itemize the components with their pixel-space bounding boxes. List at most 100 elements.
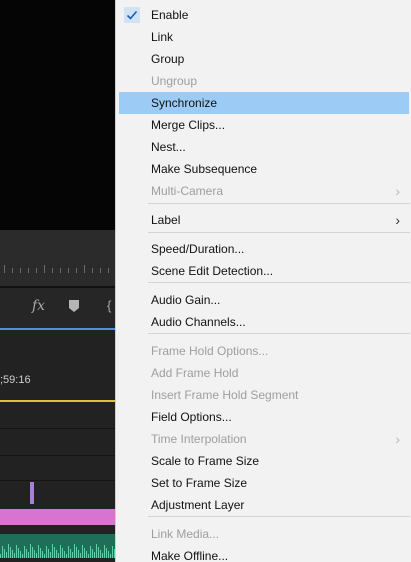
- monitor-controls-strip: [0, 230, 116, 286]
- waveform-bar: [46, 546, 47, 558]
- audio-clip[interactable]: [0, 534, 116, 558]
- menu-item-label[interactable]: Label ›: [119, 209, 409, 231]
- menu-item-add-frame-hold: Add Frame Hold: [119, 362, 409, 384]
- menu-separator: [148, 333, 410, 334]
- menu-item-label: Link: [151, 30, 174, 44]
- ruler-tick: [100, 268, 101, 273]
- menu-item-synchronize[interactable]: Synchronize: [119, 92, 409, 114]
- waveform-bar: [20, 551, 21, 558]
- clip-marker[interactable]: [30, 482, 34, 504]
- menu-item-label: Group: [151, 52, 185, 66]
- waveform-bar: [98, 547, 99, 558]
- waveform-bar: [72, 552, 73, 558]
- ruler-tick: [92, 268, 93, 273]
- waveform-bar: [10, 547, 11, 558]
- video-clip[interactable]: [0, 509, 116, 525]
- ruler-tick: [12, 268, 13, 273]
- menu-item-label: Time Interpolation: [151, 432, 247, 446]
- chevron-right-icon: ›: [395, 212, 400, 228]
- menu-item-merge-clips[interactable]: Merge Clips...: [119, 114, 409, 136]
- waveform-bar: [96, 544, 97, 558]
- menu-item-group[interactable]: Group: [119, 48, 409, 70]
- menu-item-set-to-frame-size[interactable]: Set to Frame Size: [119, 472, 409, 494]
- menu-item-label: Speed/Duration...: [151, 242, 245, 256]
- ruler-tick: [84, 265, 85, 273]
- program-monitor: [0, 0, 116, 230]
- menu-item-label: Frame Hold Options...: [151, 344, 269, 358]
- ruler-tick: [44, 265, 45, 273]
- waveform-bar: [52, 544, 53, 558]
- chevron-right-icon: ›: [395, 431, 400, 447]
- menu-item-label: Scene Edit Detection...: [151, 264, 274, 278]
- waveform-bar: [50, 552, 51, 558]
- waveform-bar: [40, 548, 41, 558]
- time-ruler[interactable]: [0, 262, 116, 276]
- waveform-bar: [100, 550, 101, 558]
- menu-item-label: Multi-Camera: [151, 184, 224, 198]
- waveform-bar: [64, 551, 65, 558]
- waveform-bar: [86, 551, 87, 558]
- menu-item-link[interactable]: Link: [119, 26, 409, 48]
- menu-item-label: Ungroup: [151, 74, 198, 88]
- menu-item-label: Scale to Frame Size: [151, 454, 260, 468]
- ruler-tick: [60, 268, 61, 273]
- menu-item-label: Enable: [151, 8, 189, 22]
- waveform-bar: [110, 554, 111, 558]
- waveform-bar: [8, 544, 9, 558]
- ruler-tick: [20, 268, 21, 273]
- menu-item-label: Link Media...: [151, 527, 220, 541]
- menu-separator: [148, 232, 410, 233]
- waveform-bar: [28, 552, 29, 558]
- menu-item-make-subsequence[interactable]: Make Subsequence: [119, 158, 409, 180]
- menu-item-label: Label: [151, 213, 181, 227]
- waveform-bar: [54, 547, 55, 558]
- track-divider: [0, 480, 116, 481]
- ruler-tick: [76, 268, 77, 273]
- render-bar: [0, 400, 116, 402]
- menu-item-make-offline[interactable]: Make Offline...: [119, 545, 409, 562]
- waveform-bar: [0, 554, 1, 558]
- waveform-bar: [32, 547, 33, 558]
- menu-item-scene-edit-detection[interactable]: Scene Edit Detection...: [119, 260, 409, 282]
- waveform-bar: [78, 550, 79, 558]
- waveform-bar: [14, 553, 15, 558]
- track-divider: [0, 455, 116, 456]
- timeline-toolbar: [0, 288, 116, 328]
- menu-item-adjustment-layer[interactable]: Adjustment Layer: [119, 494, 409, 516]
- fx-icon[interactable]: fx: [32, 298, 45, 314]
- waveform-bar: [90, 546, 91, 558]
- waveform-bar: [112, 546, 113, 558]
- waveform-bar: [30, 544, 31, 558]
- menu-item-speed-duration[interactable]: Speed/Duration...: [119, 238, 409, 260]
- menu-item-nest[interactable]: Nest...: [119, 136, 409, 158]
- menu-item-field-options[interactable]: Field Options...: [119, 406, 409, 428]
- track-divider: [0, 428, 116, 429]
- menu-item-ungroup: Ungroup: [119, 70, 409, 92]
- menu-item-multi-camera: Multi-Camera ›: [119, 180, 409, 202]
- menu-separator: [148, 282, 410, 283]
- menu-item-label: Field Options...: [151, 410, 232, 424]
- ruler-tick: [68, 268, 69, 273]
- menu-separator: [148, 516, 410, 517]
- waveform-bar: [58, 553, 59, 558]
- waveform-bar: [82, 545, 83, 558]
- menu-separator: [148, 203, 410, 204]
- waveform-bar: [12, 550, 13, 558]
- marker-icon[interactable]: [69, 300, 79, 312]
- menu-item-label: Audio Gain...: [151, 293, 221, 307]
- waveform-bar: [104, 545, 105, 558]
- menu-item-label: Make Offline...: [151, 549, 229, 562]
- waveform-bar: [38, 545, 39, 558]
- waveform-bar: [92, 549, 93, 558]
- brace-icon[interactable]: {: [107, 298, 111, 313]
- waveform-bar: [6, 552, 7, 558]
- menu-item-scale-to-frame-size[interactable]: Scale to Frame Size: [119, 450, 409, 472]
- menu-item-audio-gain[interactable]: Audio Gain...: [119, 289, 409, 311]
- ruler-tick: [36, 268, 37, 273]
- menu-item-audio-channels[interactable]: Audio Channels...: [119, 311, 409, 333]
- menu-item-link-media: Link Media...: [119, 523, 409, 545]
- ruler-tick: [28, 268, 29, 273]
- waveform-bar: [84, 548, 85, 558]
- timecode-label: ;59:16: [0, 374, 31, 386]
- menu-item-enable[interactable]: Enable: [119, 4, 409, 26]
